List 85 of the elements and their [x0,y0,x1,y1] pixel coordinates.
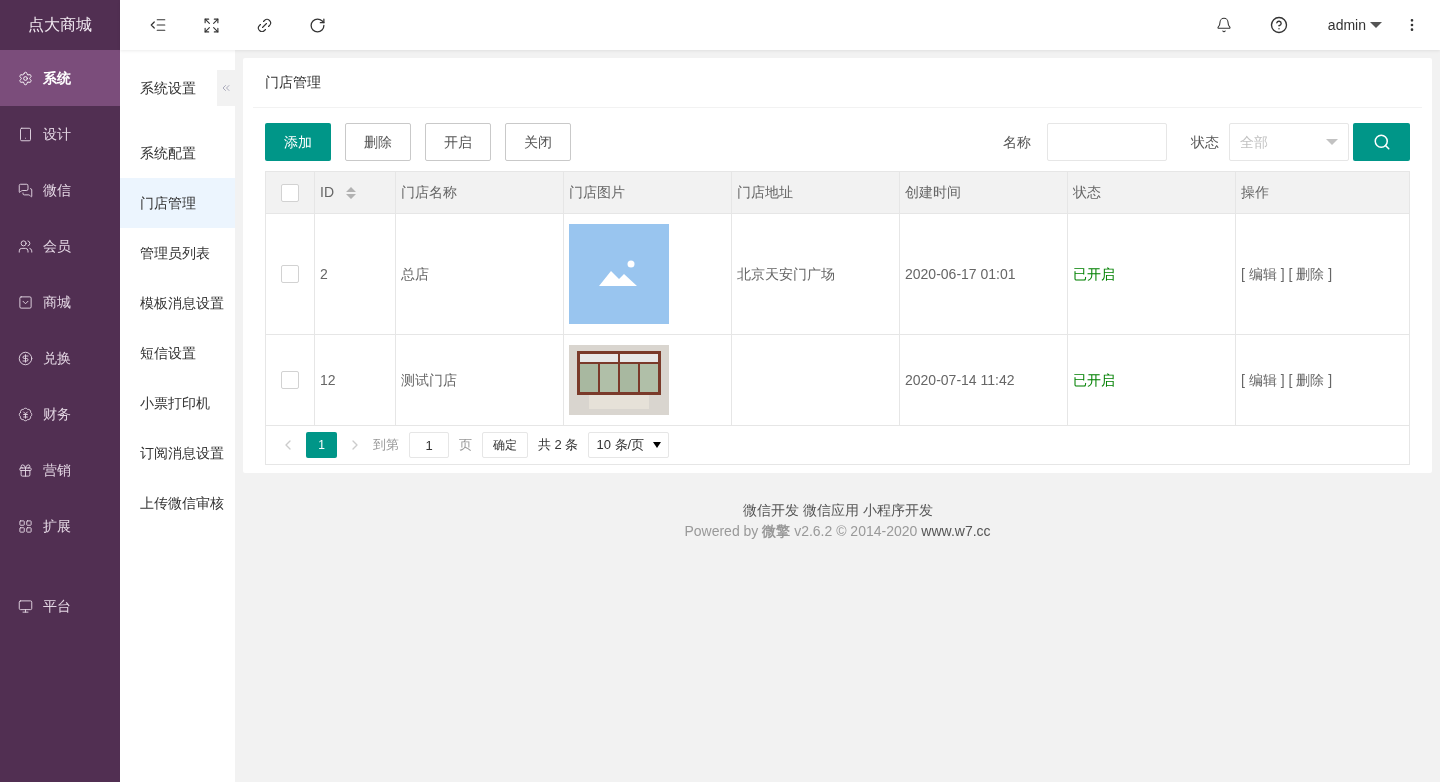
column-header: 门店名称 [396,172,564,213]
page-size-select[interactable]: 10 条/页 [588,432,670,458]
user-menu[interactable]: admin [1327,14,1382,36]
nav-item[interactable]: 平台 [0,578,120,634]
checkbox[interactable] [281,183,299,202]
search-icon [1372,133,1391,151]
search-button[interactable] [1353,123,1410,161]
confirm-button[interactable]: 确定 [482,432,528,458]
toolbar-button[interactable]: 开启 [425,123,491,161]
column-header: 创建时间 [900,172,1068,213]
footer-link[interactable]: 微信开发 [742,500,799,521]
fullscreen-icon[interactable] [203,16,220,34]
submenu-item[interactable]: 小票打印机 [120,378,235,428]
chat-icon [18,182,33,198]
action-link[interactable]: [ 编辑 ] [1241,263,1285,285]
nav-item[interactable]: 微信 [0,162,120,218]
page-title: 门店管理 [264,73,321,92]
page-unit-label: 页 [459,436,472,455]
column-header: 门店地址 [732,172,900,213]
grid-icon [18,518,33,534]
tablet-icon [18,126,33,142]
nav-item[interactable]: 设计 [0,106,120,162]
refresh-icon[interactable] [309,16,326,34]
toolbar-button[interactable]: 删除 [345,123,411,161]
column-header[interactable]: ID [315,172,396,213]
footer-link[interactable]: 微信应用 [802,500,859,521]
notification-bell-icon[interactable] [1215,17,1232,33]
help-icon[interactable] [1269,16,1288,34]
submenu-item[interactable]: 订阅消息设置 [120,428,235,478]
gift-icon [18,462,33,478]
total-count: 共 2 条 [538,436,579,455]
status-label: 状态 [1191,132,1219,152]
page-button[interactable]: 1 [306,432,337,458]
toolbar-button[interactable]: 关闭 [505,123,571,161]
submenu-title: 系统设置 [139,78,197,98]
mountain-icon [599,260,639,288]
column-header: 状态 [1068,172,1236,213]
settings-icon [18,70,33,86]
nav-item[interactable]: 财务 [0,386,120,442]
name-cell-text: 总店 [401,264,429,284]
submenu-item[interactable]: 门店管理 [120,178,235,228]
nav-item[interactable]: 会员 [0,218,120,274]
users-icon [18,238,33,254]
name-label: 名称 [1003,132,1031,152]
submenu-item[interactable]: 模板消息设置 [120,278,235,328]
submenu-item[interactable]: 短信设置 [120,328,235,378]
brand-logo: 点大商城 [27,15,93,35]
action-link[interactable]: [ 编辑 ] [1241,369,1285,391]
nav-item[interactable]: 商城 [0,274,120,330]
column-header: 操作 [1240,183,1270,202]
bag-icon [18,294,33,310]
goto-label: 到第 [373,436,399,455]
coin-icon [18,350,33,366]
submenu-item[interactable]: 系统配置 [120,128,235,178]
action-link[interactable]: [ 删除 ] [1288,263,1333,285]
id-cell-text: 12 [320,370,336,390]
submenu-item[interactable]: 管理员列表 [120,228,235,278]
status-cell-text: 已开启 [1073,264,1115,284]
menu-toggle-icon[interactable] [149,16,167,34]
monitor-icon [18,598,33,614]
status-cell-text: 已开启 [1073,370,1115,390]
nav-item[interactable]: 兑换 [0,330,120,386]
name-input-field[interactable] [1047,123,1167,161]
footer-link[interactable]: 小程序开发 [862,500,933,521]
id-cell-text: 2 [320,264,328,284]
submenu-item[interactable]: 上传微信审核 [120,478,235,528]
nav-item[interactable]: 系统 [0,50,120,106]
column-header: 门店图片 [564,172,732,213]
action-link[interactable]: [ 删除 ] [1288,369,1333,391]
checkbox[interactable] [281,265,299,283]
link-icon[interactable] [256,16,273,34]
yen-icon [18,406,33,422]
created-time-cell-text: 2020-07-14 11:42 [905,370,1015,390]
page-input-field[interactable]: 1 [409,432,449,458]
collapse-icon[interactable] [217,70,235,106]
address-cell-text: 北京天安门广场 [737,264,835,284]
name-cell-text: 测试门店 [401,370,457,390]
powered-by-text: Powered by 微擎 v2.6.2 © 2014-2020 [684,522,918,541]
sort-icon [346,186,356,199]
created-time-cell-text: 2020-06-17 01:01 [905,264,1016,284]
nav-item[interactable]: 扩展 [0,498,120,554]
toolbar-button[interactable]: 添加 [265,123,331,161]
checkbox[interactable] [281,371,299,389]
site-link[interactable]: www.w7.cc [921,521,991,542]
nav-item[interactable]: 营销 [0,442,120,498]
